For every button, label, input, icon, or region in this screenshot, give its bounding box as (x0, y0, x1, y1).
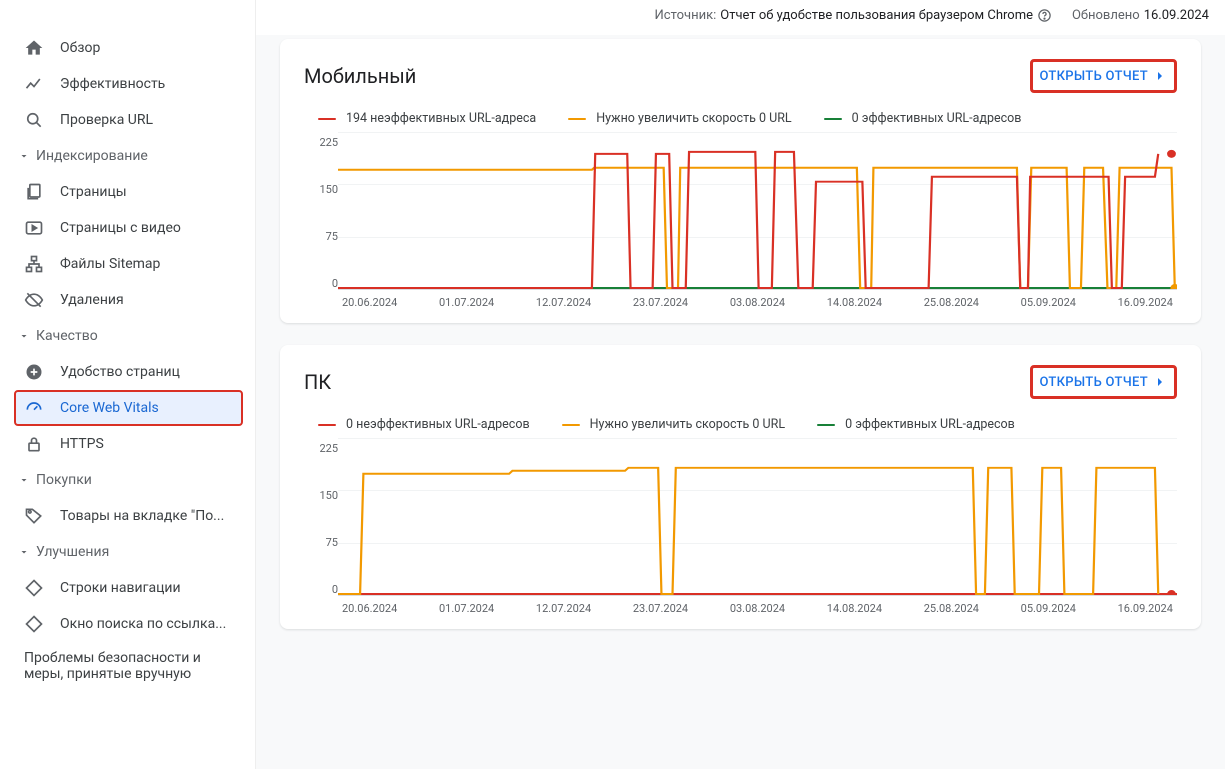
sitemap-icon (24, 254, 44, 274)
section-label: Индексирование (36, 148, 148, 164)
nav-performance[interactable]: Эффективность (0, 66, 243, 102)
nav-label: Окно поиска по ссылка... (60, 616, 226, 632)
pc-card: ПК ОТКРЫТЬ ОТЧЕТ 0 неэффективных URL-адр… (280, 345, 1201, 629)
nav-label: Проблемы безопасности и меры, принятые в… (24, 650, 231, 682)
nav-https[interactable]: HTTPS (0, 426, 243, 462)
legend-poor: 0 неэффективных URL-адресов (318, 417, 530, 432)
nav-label: Удобство страниц (60, 364, 180, 380)
open-report-button[interactable]: ОТКРЫТЬ ОТЧЕТ (1030, 59, 1177, 93)
chevron-down-icon (18, 546, 30, 558)
nav-label: Проверка URL (60, 112, 153, 128)
mobile-card: Мобильный ОТКРЫТЬ ОТЧЕТ 194 неэффективны… (280, 39, 1201, 323)
nav-url-inspection[interactable]: Проверка URL (0, 102, 243, 138)
legend-needs: Нужно увеличить скорость 0 URL (568, 111, 791, 126)
source-value: Отчет об удобстве пользования браузером … (720, 8, 1033, 23)
section-shopping[interactable]: Покупки (0, 462, 255, 498)
home-icon (24, 38, 44, 58)
search-icon (24, 110, 44, 130)
nav-overview[interactable]: Обзор (0, 30, 243, 66)
nav-sitelinks[interactable]: Окно поиска по ссылка... (0, 606, 243, 642)
updated-label: Обновлено (1072, 8, 1140, 23)
nav-pages[interactable]: Страницы (0, 174, 243, 210)
sidebar: Обзор Эффективность Проверка URL Индекси… (0, 0, 256, 769)
eye-off-icon (24, 290, 44, 310)
y-axis: 225 150 75 0 (304, 438, 338, 596)
nav-removals[interactable]: Удаления (0, 282, 243, 318)
card-title: Мобильный (304, 64, 416, 88)
nav-label: Core Web Vitals (60, 400, 159, 416)
nav-label: Страницы с видео (60, 220, 181, 236)
legend-good: 0 эффективных URL-адресов (817, 417, 1015, 432)
y-axis: 225 150 75 0 (304, 132, 338, 290)
pages-icon (24, 182, 44, 202)
chevron-right-icon (1152, 68, 1168, 84)
lock-icon (24, 434, 44, 454)
section-quality[interactable]: Качество (0, 318, 255, 354)
nav-sitemaps[interactable]: Файлы Sitemap (0, 246, 243, 282)
nav-security[interactable]: Проблемы безопасности и меры, принятые в… (0, 642, 243, 690)
diamond-icon (24, 614, 44, 634)
legend-needs: Нужно увеличить скорость 0 URL (562, 417, 785, 432)
help-icon[interactable] (1037, 8, 1052, 23)
section-enhancements[interactable]: Улучшения (0, 534, 255, 570)
x-axis: 20.06.202401.07.202412.07.202423.07.2024… (338, 296, 1177, 309)
section-label: Улучшения (36, 544, 109, 560)
chevron-down-icon (18, 330, 30, 342)
open-report-label: ОТКРЫТЬ ОТЧЕТ (1039, 375, 1148, 390)
nav-label: Эффективность (60, 76, 165, 92)
video-icon (24, 218, 44, 238)
chevron-down-icon (18, 474, 30, 486)
open-report-button[interactable]: ОТКРЫТЬ ОТЧЕТ (1030, 365, 1177, 399)
diamond-icon (24, 578, 44, 598)
nav-label: Страницы (60, 184, 127, 200)
legend-good: 0 эффективных URL-адресов (824, 111, 1022, 126)
speedometer-icon (24, 398, 44, 418)
nav-core-web-vitals[interactable]: Core Web Vitals (14, 390, 243, 426)
legend-poor: 194 неэффективных URL-адреса (318, 111, 536, 126)
nav-shopping-listings[interactable]: Товары на вкладке "По... (0, 498, 243, 534)
chart-line-icon (24, 74, 44, 94)
plus-circle-icon (24, 362, 44, 382)
nav-label: Строки навигации (60, 580, 181, 596)
nav-video-pages[interactable]: Страницы с видео (0, 210, 243, 246)
x-axis: 20.06.202401.07.202412.07.202423.07.2024… (338, 602, 1177, 615)
mobile-chart-plot (338, 132, 1177, 290)
chevron-right-icon (1152, 374, 1168, 390)
updated-date: 16.09.2024 (1144, 8, 1209, 23)
pc-chart-plot (338, 438, 1177, 596)
section-indexing[interactable]: Индексирование (0, 138, 255, 174)
card-title: ПК (304, 370, 331, 394)
tag-icon (24, 506, 44, 526)
main-content: Источник: Отчет об удобстве пользования … (256, 0, 1225, 769)
nav-page-experience[interactable]: Удобство страниц (0, 354, 243, 390)
nav-label: Файлы Sitemap (60, 256, 160, 272)
nav-breadcrumbs[interactable]: Строки навигации (0, 570, 243, 606)
source-label: Источник: (655, 8, 717, 23)
nav-label: Удаления (60, 292, 124, 308)
section-label: Покупки (36, 472, 92, 488)
open-report-label: ОТКРЫТЬ ОТЧЕТ (1039, 69, 1148, 84)
nav-label: HTTPS (60, 436, 104, 452)
page-header: Источник: Отчет об удобстве пользования … (256, 0, 1225, 35)
nav-label: Товары на вкладке "По... (60, 508, 224, 524)
chevron-down-icon (18, 150, 30, 162)
chart-legend: 0 неэффективных URL-адресов Нужно увелич… (318, 417, 1177, 432)
section-label: Качество (36, 328, 98, 344)
nav-label: Обзор (60, 40, 100, 56)
chart-legend: 194 неэффективных URL-адреса Нужно увели… (318, 111, 1177, 126)
